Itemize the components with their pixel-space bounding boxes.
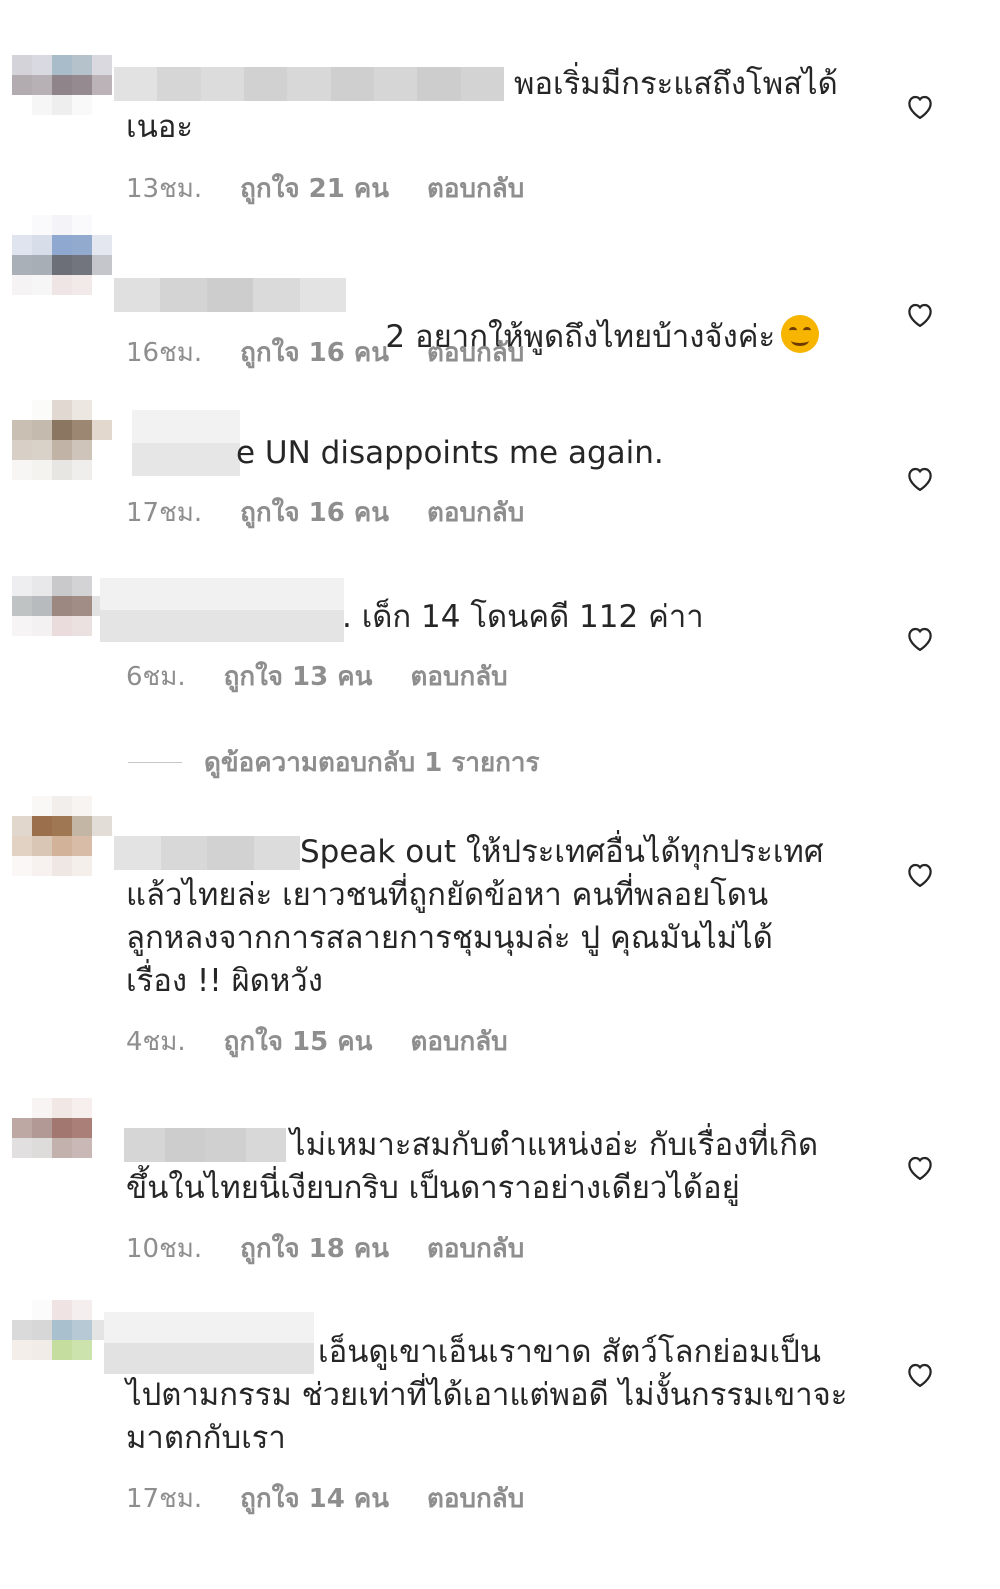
avatar[interactable]	[12, 576, 112, 696]
avatar[interactable]	[12, 796, 112, 916]
reply-button[interactable]: ตอบกลับ	[427, 332, 524, 373]
comment-text: พอเริ่มมีกระแสถึงโพสได้ เนอะ	[126, 66, 838, 145]
reply-button[interactable]: ตอบกลับ	[427, 1478, 524, 1519]
reply-button[interactable]: ตอบกลับ	[410, 656, 507, 697]
comment-meta: 17ชม. ถูกใจ 14 คน ตอบกลับ	[126, 1478, 524, 1519]
comment-time: 10ชม.	[126, 1234, 203, 1264]
heart-outline-icon[interactable]	[905, 464, 935, 492]
reply-button[interactable]: ตอบกลับ	[410, 1021, 507, 1062]
comment-text: . เด็ก 14 โดนคดี 112 ค่าา	[342, 599, 704, 635]
username-blurred[interactable]	[100, 578, 344, 642]
like-count[interactable]: ถูกใจ 16 คน	[240, 332, 389, 373]
comment-time: 13ชม.	[126, 174, 203, 204]
heart-outline-icon[interactable]	[905, 860, 935, 888]
like-count[interactable]: ถูกใจ 15 คน	[224, 1021, 373, 1062]
avatar[interactable]	[12, 400, 112, 520]
heart-outline-icon[interactable]	[905, 1360, 935, 1388]
smiling-face-emoji	[781, 315, 820, 353]
comment-meta: 17ชม. ถูกใจ 16 คน ตอบกลับ	[126, 492, 524, 533]
comment-meta: 6ชม. ถูกใจ 13 คน ตอบกลับ	[126, 656, 508, 697]
comment-meta: 16ชม. ถูกใจ 16 คน ตอบกลับ	[126, 332, 524, 373]
reply-button[interactable]: ตอบกลับ	[427, 168, 524, 209]
comment-time: 4ชม.	[126, 1027, 186, 1057]
avatar[interactable]	[12, 215, 112, 335]
comment-time: 17ชม.	[126, 1484, 203, 1514]
like-count[interactable]: ถูกใจ 21 คน	[240, 168, 389, 209]
username-blurred[interactable]	[132, 410, 240, 476]
comment-text: ไม่เหมาะสมกับตำแหน่งอ่ะ กับเรื่องที่เกิด…	[126, 1127, 819, 1206]
like-count[interactable]: ถูกใจ 18 คน	[240, 1228, 389, 1269]
like-count[interactable]: ถูกใจ 13 คน	[224, 656, 373, 697]
comment-text: Speak out ให้ประเทศอื่นได้ทุกประเทศ แล้ว…	[126, 834, 824, 999]
avatar[interactable]	[12, 55, 112, 175]
heart-outline-icon[interactable]	[905, 1153, 935, 1181]
comment-meta: 4ชม. ถูกใจ 15 คน ตอบกลับ	[126, 1021, 508, 1062]
avatar[interactable]	[12, 1098, 112, 1218]
comment-meta: 10ชม. ถูกใจ 18 คน ตอบกลับ	[126, 1228, 524, 1269]
heart-outline-icon[interactable]	[905, 92, 935, 120]
comment-text: e UN disappoints me again.	[236, 435, 664, 471]
comment-meta: 13ชม. ถูกใจ 21 คน ตอบกลับ	[126, 168, 524, 209]
view-replies-label: ดูข้อความตอบกลับ 1 รายการ	[204, 748, 540, 778]
reply-button[interactable]: ตอบกลับ	[427, 492, 524, 533]
heart-outline-icon[interactable]	[905, 624, 935, 652]
replies-divider	[128, 762, 182, 763]
view-replies-button[interactable]: ดูข้อความตอบกลับ 1 รายการ	[128, 742, 540, 783]
like-count[interactable]: ถูกใจ 16 คน	[240, 492, 389, 533]
comment-time: 17ชม.	[126, 498, 203, 528]
like-count[interactable]: ถูกใจ 14 คน	[240, 1478, 389, 1519]
reply-button[interactable]: ตอบกลับ	[427, 1228, 524, 1269]
heart-outline-icon[interactable]	[905, 300, 935, 328]
comment-time: 6ชม.	[126, 662, 186, 692]
username-blurred[interactable]	[114, 278, 347, 312]
avatar[interactable]	[12, 1300, 112, 1420]
comment-text: เอ็นดูเขาเอ็นเราขาด สัตว์โลกย่อมเป็น ไปต…	[126, 1334, 848, 1456]
comment-time: 16ชม.	[126, 338, 203, 368]
